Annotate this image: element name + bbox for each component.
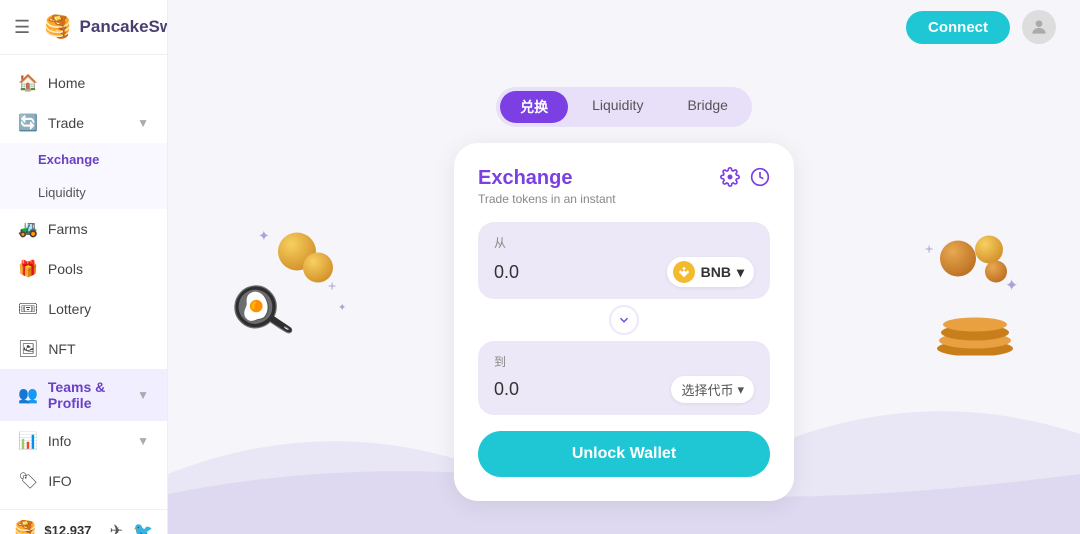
sidebar-item-home[interactable]: 🏠 Home bbox=[0, 63, 167, 103]
card-actions bbox=[720, 167, 770, 192]
to-token-row: 选择代币 ▾ bbox=[494, 376, 754, 403]
main-content: Connect 🍳 ✦ + ✦ bbox=[168, 0, 1080, 534]
sidebar-item-lottery-label: Lottery bbox=[48, 301, 91, 317]
liquidity-label: Liquidity bbox=[38, 185, 86, 200]
lottery-icon: 🎟 bbox=[18, 299, 38, 319]
to-token-box: 到 选择代币 ▾ bbox=[478, 341, 770, 415]
teams-arrow-icon: ▼ bbox=[137, 388, 149, 402]
exchange-subtitle: Trade tokens in an instant bbox=[478, 192, 616, 206]
pools-icon: 🎁 bbox=[18, 259, 38, 279]
sidebar-item-home-label: Home bbox=[48, 75, 85, 91]
sidebar-item-liquidity[interactable]: Liquidity bbox=[0, 176, 167, 209]
sidebar-item-teams-label: Teams & Profile bbox=[48, 379, 127, 411]
sidebar-nav: 🏠 Home 🔄 Trade ▼ Exchange Liquidity 🚜 Fa… bbox=[0, 55, 167, 509]
topbar: Connect bbox=[168, 0, 1080, 54]
trade-arrow-icon: ▼ bbox=[137, 116, 149, 130]
from-token-label: BNB bbox=[701, 264, 731, 280]
sidebar-item-farms-label: Farms bbox=[48, 221, 88, 237]
from-token-chevron: ▾ bbox=[737, 264, 744, 281]
trade-submenu: Exchange Liquidity bbox=[0, 143, 167, 209]
user-avatar[interactable] bbox=[1022, 10, 1056, 44]
sidebar-item-exchange[interactable]: Exchange bbox=[0, 143, 167, 176]
tab-liquidity[interactable]: Liquidity bbox=[572, 91, 663, 123]
sidebar-item-ifo[interactable]: 🏷 IFO bbox=[0, 461, 167, 501]
sparkle-2: + bbox=[328, 278, 336, 294]
tab-bridge[interactable]: Bridge bbox=[667, 91, 747, 123]
pan-icon: 🍳 bbox=[220, 273, 302, 352]
sidebar-item-farms[interactable]: 🚜 Farms bbox=[0, 209, 167, 249]
sidebar-item-ifo-label: IFO bbox=[48, 473, 71, 489]
left-decoration: 🍳 ✦ + ✦ bbox=[228, 223, 348, 353]
info-arrow-icon: ▼ bbox=[137, 434, 149, 448]
hamburger-icon[interactable]: ☰ bbox=[14, 17, 30, 38]
from-label: 从 bbox=[494, 234, 754, 251]
sidebar-item-teams[interactable]: 👥 Teams & Profile ▼ bbox=[0, 369, 167, 421]
sparkle-r2: ✦ bbox=[1005, 276, 1018, 296]
tab-exchange[interactable]: 兑换 bbox=[500, 91, 568, 123]
connect-button[interactable]: Connect bbox=[906, 11, 1010, 44]
sidebar-item-lottery[interactable]: 🎟 Lottery bbox=[0, 289, 167, 329]
coin-top-right bbox=[303, 253, 333, 283]
settings-button[interactable] bbox=[720, 167, 740, 192]
to-token-placeholder: 选择代币 bbox=[681, 380, 733, 399]
from-token-box: 从 BNB ▾ bbox=[478, 222, 770, 299]
sidebar-item-nft-label: NFT bbox=[48, 341, 75, 357]
ifo-icon: 🏷 bbox=[18, 471, 38, 491]
sidebar-item-trade[interactable]: 🔄 Trade ▼ bbox=[0, 103, 167, 143]
cake-price-value: $12.937 bbox=[44, 523, 91, 534]
from-token-selector[interactable]: BNB ▾ bbox=[667, 257, 754, 287]
sidebar-item-info-label: Info bbox=[48, 433, 71, 449]
history-button[interactable] bbox=[750, 167, 770, 192]
sidebar-item-pools-label: Pools bbox=[48, 261, 83, 277]
exchange-area: 🍳 ✦ + ✦ bbox=[168, 54, 1080, 534]
bnb-icon bbox=[673, 261, 695, 283]
exchange-card: Exchange Trade tokens in an instant bbox=[454, 143, 794, 501]
sidebar-header: ☰ 🥞 PancakeSwap bbox=[0, 0, 167, 55]
card-title-block: Exchange Trade tokens in an instant bbox=[478, 167, 616, 206]
to-token-chevron: ▾ bbox=[737, 382, 744, 398]
sparkle-3: ✦ bbox=[338, 303, 346, 314]
teams-icon: 👥 bbox=[18, 385, 38, 405]
tab-bar: 兑换 Liquidity Bridge bbox=[496, 87, 752, 127]
twitter-icon[interactable]: 🐦 bbox=[133, 521, 153, 534]
card-header: Exchange Trade tokens in an instant bbox=[478, 167, 770, 206]
to-label: 到 bbox=[494, 353, 754, 370]
unlock-wallet-button[interactable]: Unlock Wallet bbox=[478, 431, 770, 477]
coin-r2 bbox=[975, 236, 1003, 264]
from-token-row: BNB ▾ bbox=[494, 257, 754, 287]
from-amount-input[interactable] bbox=[494, 262, 614, 283]
sidebar-footer: 🥞 $12.937 ✈ 🐦 ☀ / 🌙 🌐 ZH-CN bbox=[0, 509, 167, 534]
exchange-label: Exchange bbox=[38, 152, 99, 167]
home-icon: 🏠 bbox=[18, 73, 38, 93]
sidebar-item-nft[interactable]: 🖼 NFT bbox=[0, 329, 167, 369]
swap-direction-button[interactable] bbox=[609, 305, 639, 335]
price-row: 🥞 $12.937 ✈ 🐦 bbox=[14, 520, 153, 534]
card-container: 兑换 Liquidity Bridge Exchange Trade token… bbox=[454, 87, 794, 501]
to-token-selector[interactable]: 选择代币 ▾ bbox=[671, 376, 754, 403]
pancake-stack bbox=[930, 301, 1020, 356]
logo-icon: 🥞 bbox=[44, 14, 71, 40]
farms-icon: 🚜 bbox=[18, 219, 38, 239]
sidebar-item-info[interactable]: 📊 Info ▼ bbox=[0, 421, 167, 461]
nft-icon: 🖼 bbox=[18, 339, 38, 359]
brand-name: PancakeSwap bbox=[80, 17, 168, 37]
trade-icon: 🔄 bbox=[18, 113, 38, 133]
coin-r3 bbox=[985, 261, 1007, 283]
telegram-icon[interactable]: ✈ bbox=[110, 521, 123, 534]
sidebar: ☰ 🥞 PancakeSwap 🏠 Home 🔄 Trade ▼ Exchang… bbox=[0, 0, 168, 534]
exchange-title: Exchange bbox=[478, 167, 616, 190]
sparkle-r1: + bbox=[925, 241, 933, 257]
sidebar-item-trade-label: Trade bbox=[48, 115, 84, 131]
swap-arrow-row bbox=[478, 305, 770, 335]
coin-r1 bbox=[940, 241, 976, 277]
right-decoration: + ✦ bbox=[920, 236, 1040, 366]
info-icon: 📊 bbox=[18, 431, 38, 451]
sparkle-1: ✦ bbox=[258, 228, 270, 245]
cake-price-icon: 🥞 bbox=[14, 520, 36, 534]
social-icons: ✈ 🐦 bbox=[110, 521, 153, 534]
sidebar-item-pools[interactable]: 🎁 Pools bbox=[0, 249, 167, 289]
to-amount-input[interactable] bbox=[494, 379, 614, 400]
